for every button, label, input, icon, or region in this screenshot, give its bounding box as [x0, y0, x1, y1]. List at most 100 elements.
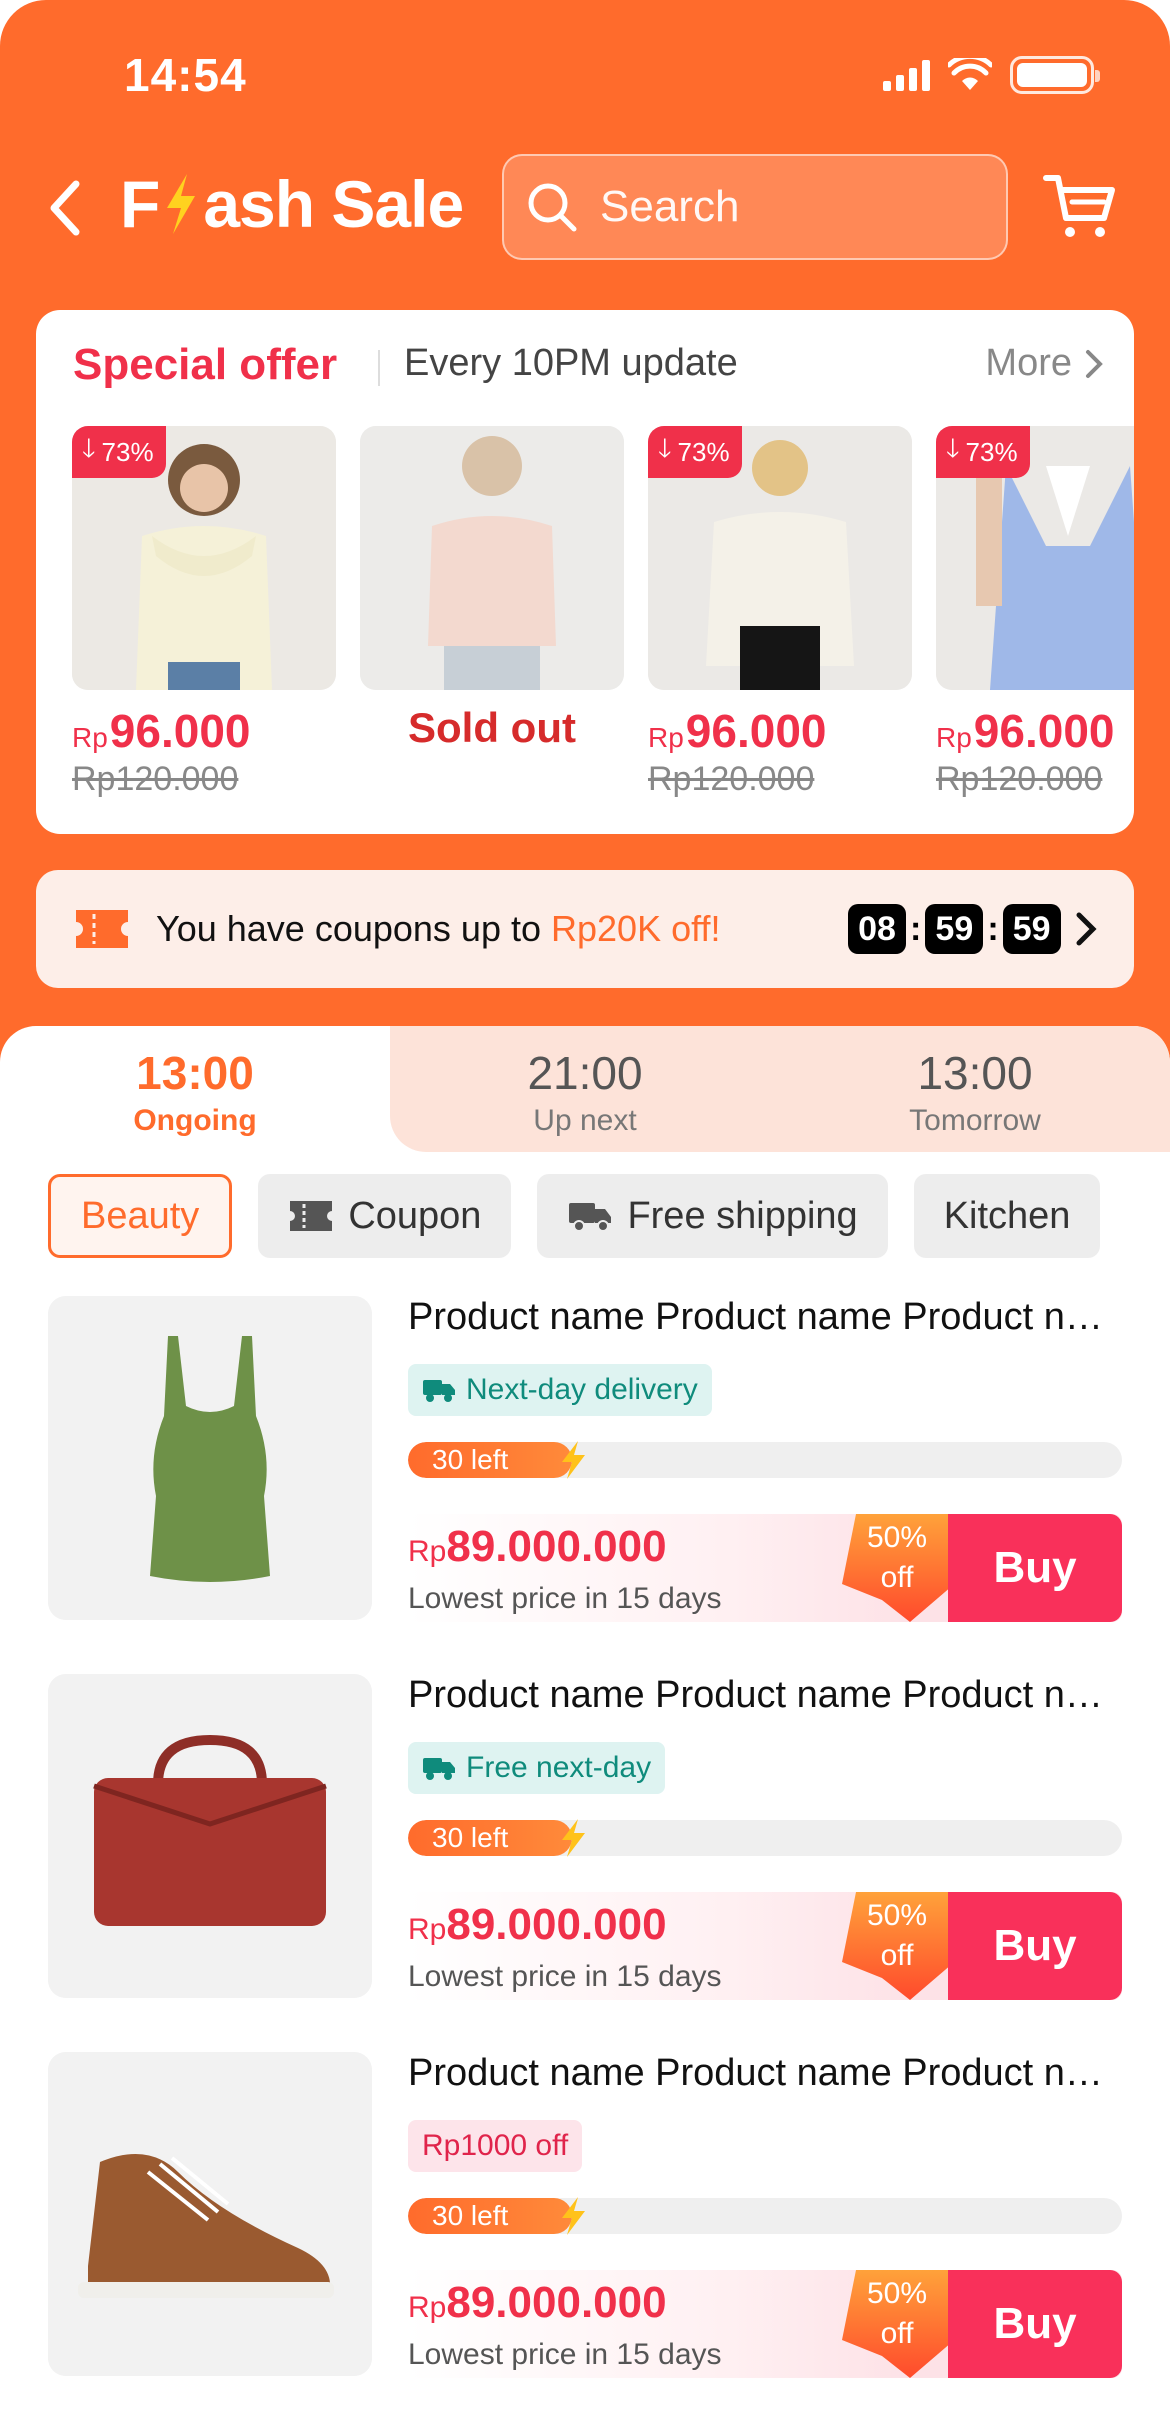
product-card[interactable]: Product name Product name Product name N…: [48, 1296, 1122, 1626]
wifi-icon: [948, 58, 992, 90]
delivery-badge: Next-day delivery: [408, 1364, 712, 1416]
arrow-down-icon: 🡓: [82, 433, 96, 463]
offer-price: Rp96.000: [648, 704, 912, 758]
offer-item[interactable]: Sold out: [360, 426, 624, 752]
filter-chip-kitchen[interactable]: Kitchen: [913, 1174, 1101, 1258]
more-label: More: [985, 342, 1072, 384]
tab-time: 13:00: [917, 1047, 1033, 1099]
sold-out-label: Sold out: [408, 704, 576, 751]
product-card[interactable]: Product name Product name Product name F…: [48, 1674, 1122, 2004]
product-image: [48, 1296, 372, 1620]
badge-label: Rp1000 off: [422, 2129, 569, 2162]
filter-chip-beauty[interactable]: Beauty: [48, 1174, 233, 1258]
lowest-price-note: Lowest price in 15 days: [408, 1960, 722, 1993]
discount-off-label: off: [880, 1939, 914, 1972]
lowest-price-note: Lowest price in 15 days: [408, 2338, 722, 2371]
stock-fill: 30 left: [408, 2198, 573, 2234]
price-box: Rp89.000.000 Lowest price in 15 days 50%…: [408, 1514, 1122, 1622]
currency: Rp: [408, 1913, 447, 1946]
page-title-prefix: F: [120, 167, 160, 241]
tab-label: Tomorrow: [909, 1104, 1041, 1137]
stock-fill: 30 left: [408, 1820, 573, 1856]
main-content: 13:00 Ongoing 21:00 Up next 13:00 Tomorr…: [0, 1026, 1170, 2436]
filter-chip-coupon[interactable]: Coupon: [258, 1174, 512, 1258]
special-offer-subtitle: Every 10PM update: [404, 342, 738, 384]
tab-tomorrow[interactable]: 13:00 Tomorrow: [780, 1046, 1170, 1138]
coupon-text: You have coupons up to Rp20K off!: [156, 908, 720, 950]
lightning-icon: [562, 1441, 586, 1479]
stock-progress-bar: 30 left: [408, 2198, 1122, 2234]
discount-value: 73%: [101, 436, 154, 467]
coupon-text-prefix: You have coupons up to: [156, 908, 551, 949]
discount-off-label: off: [880, 2317, 914, 2350]
product-card[interactable]: Product name Product name Product name R…: [48, 2052, 1122, 2382]
stock-label: 30 left: [432, 1822, 509, 1853]
page-title: F ash Sale: [120, 166, 464, 242]
stock-progress-bar: 30 left: [408, 1820, 1122, 1856]
price-value: 96.000: [109, 705, 251, 757]
discount-percent: 50%: [866, 2277, 928, 2310]
product-name: Product name Product name Product name: [408, 1296, 1122, 1338]
offer-price: Rp96.000: [936, 704, 1134, 758]
divider: [378, 350, 380, 386]
buy-button[interactable]: Buy: [948, 1892, 1122, 2000]
tab-up-next[interactable]: 21:00 Up next: [390, 1046, 780, 1138]
coupon-amount: Rp20K off!: [551, 908, 721, 949]
tab-time: 13:00: [136, 1047, 254, 1099]
discount-value: 73%: [677, 436, 730, 467]
lightning-icon: [562, 1819, 586, 1857]
more-link[interactable]: More: [985, 342, 1104, 385]
truck-icon: [423, 1758, 455, 1780]
stock-fill: 30 left: [408, 1442, 573, 1478]
filter-chip-free-shipping[interactable]: Free shipping: [537, 1174, 888, 1258]
timer-separator: :: [910, 909, 922, 948]
product-image: 🡓 73%: [72, 426, 336, 690]
search-placeholder: Search: [600, 182, 740, 231]
offer-item[interactable]: 🡓 73% Rp96.000 Rp120.000: [648, 426, 912, 799]
buy-button[interactable]: Buy: [948, 2270, 1122, 2378]
price-box: Rp89.000.000 Lowest price in 15 days 50%…: [408, 1892, 1122, 2000]
coupon-banner[interactable]: You have coupons up to Rp20K off! 08 : 5…: [36, 870, 1134, 988]
discount-badge-label: Rp1000 off: [408, 2120, 583, 2172]
discount-tag: 🡓 73%: [648, 426, 742, 478]
product-price: Rp89.000.000: [408, 2278, 667, 2328]
cart-icon: [1043, 175, 1115, 237]
tab-label: Ongoing: [133, 1104, 257, 1137]
price-value: 96.000: [973, 705, 1115, 757]
currency: Rp: [72, 722, 108, 753]
arrow-down-icon: 🡓: [658, 433, 672, 463]
lightning-icon: [167, 174, 196, 234]
price-value: 96.000: [685, 705, 827, 757]
offer-price: Rp96.000: [72, 704, 336, 758]
currency: Rp: [648, 722, 684, 753]
filter-chips: Beauty Coupon Free shipping Kitchen: [48, 1174, 1101, 1258]
price-value: 89.000.000: [446, 1522, 667, 1571]
product-image: 🡓 73%: [648, 426, 912, 690]
tab-ongoing[interactable]: 13:00 Ongoing: [0, 1046, 390, 1138]
timer-seconds: 59: [1002, 904, 1061, 954]
chevron-left-icon: [50, 180, 80, 236]
product-price: Rp89.000.000: [408, 1900, 667, 1950]
arrow-down-icon: 🡓: [946, 433, 960, 463]
ticket-icon: [290, 1201, 333, 1231]
product-name: Product name Product name Product name: [408, 2052, 1122, 2094]
product-image: 🡓 73%: [936, 426, 1134, 690]
special-offer-card: Special offer Every 10PM update More 🡓 73…: [36, 310, 1134, 834]
original-price: Rp120.000: [648, 760, 815, 798]
buy-button[interactable]: Buy: [948, 1514, 1122, 1622]
chevron-right-icon: [1076, 912, 1097, 946]
battery-icon: [1010, 56, 1100, 94]
truck-icon: [423, 1380, 455, 1402]
search-input[interactable]: Search: [502, 154, 1008, 260]
back-button[interactable]: [44, 172, 92, 244]
tab-label: Up next: [533, 1104, 637, 1137]
cart-button[interactable]: [1042, 168, 1122, 248]
timer-hours: 08: [848, 904, 906, 954]
page-title-suffix: ash Sale: [203, 167, 464, 241]
discount-badge: 50% off: [842, 1514, 952, 1622]
status-time: 14:54: [124, 49, 247, 101]
original-price: Rp120.000: [936, 760, 1103, 798]
offer-item[interactable]: 🡓 73% Rp96.000 Rp120.000: [72, 426, 336, 799]
truck-icon: [569, 1203, 612, 1232]
offer-item[interactable]: 🡓 73% Rp96.000 Rp120.000: [936, 426, 1134, 799]
